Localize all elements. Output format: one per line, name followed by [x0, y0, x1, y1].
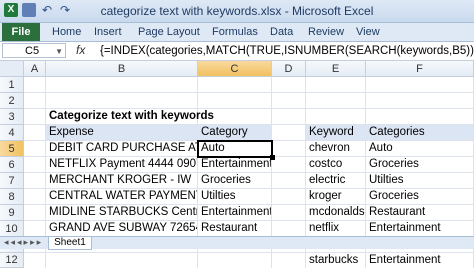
row-header-9[interactable]: 9	[0, 205, 24, 221]
sheet-tab-bar: ◂◂◂▸▸▸ Sheet1	[0, 236, 474, 250]
category-cell[interactable]: Entertainment	[198, 157, 271, 172]
keyword-cell[interactable]: netflix	[306, 221, 365, 236]
fx-icon[interactable]: fx	[76, 43, 85, 57]
row-header-12[interactable]: 12	[0, 253, 24, 268]
sheet-nav-arrows-icon[interactable]: ◂◂◂▸▸▸	[4, 237, 43, 248]
tab-view[interactable]: View	[356, 25, 380, 39]
row-header-3[interactable]: 3	[0, 109, 24, 125]
column-header-b[interactable]: B	[46, 61, 198, 77]
expense-cell[interactable]: GRAND AVE SUBWAY 72654	[46, 221, 197, 236]
expense-cell[interactable]: CENTRAL WATER PAYMENT 0816	[46, 189, 197, 204]
categories-cell[interactable]: Restaurant	[366, 205, 473, 220]
tab-review[interactable]: Review	[308, 25, 344, 39]
row-header-6[interactable]: 6	[0, 157, 24, 173]
keyword-cell[interactable]: kroger	[306, 189, 365, 204]
tab-page-layout[interactable]: Page Layout	[138, 25, 200, 39]
row-header-5[interactable]: 5	[0, 141, 24, 157]
category-cell[interactable]: Utilties	[198, 189, 271, 204]
fill-handle[interactable]	[270, 155, 275, 160]
name-box-value: C5	[25, 45, 40, 57]
categories-cell[interactable]: Entertainment	[366, 221, 473, 236]
select-all-corner[interactable]	[0, 61, 24, 77]
tab-formulas[interactable]: Formulas	[212, 25, 258, 39]
row-header-1[interactable]: 1	[0, 77, 24, 93]
column-header-f[interactable]: F	[366, 61, 474, 77]
column-header-c[interactable]: C	[198, 61, 272, 77]
keyword-header[interactable]: Keyword	[306, 125, 365, 140]
tab-home[interactable]: Home	[52, 25, 81, 39]
row-header-2[interactable]: 2	[0, 93, 24, 109]
row-header-4[interactable]: 4	[0, 125, 24, 141]
tab-data[interactable]: Data	[270, 25, 293, 39]
column-header-a[interactable]: A	[24, 61, 46, 77]
category-header[interactable]: Category	[198, 125, 271, 140]
keyword-cell[interactable]: costco	[306, 157, 365, 172]
categories-header[interactable]: Categories	[366, 125, 473, 140]
tab-file[interactable]: File	[2, 23, 40, 41]
keyword-cell[interactable]: starbucks	[306, 253, 365, 267]
column-header-e[interactable]: E	[306, 61, 366, 77]
ribbon-tabs: File Home Insert Page Layout Formulas Da…	[0, 23, 474, 42]
gridline	[24, 92, 474, 93]
categories-cell[interactable]: Groceries	[366, 189, 473, 204]
categories-cell[interactable]: Auto	[366, 141, 473, 156]
tab-insert[interactable]: Insert	[94, 25, 122, 39]
category-cell[interactable]: Entertainment	[198, 205, 271, 220]
categories-cell[interactable]: Entertainment	[366, 253, 473, 267]
category-cell[interactable]: Restaurant	[198, 221, 271, 236]
row-header-10[interactable]: 10	[0, 221, 24, 237]
column-header-d[interactable]: D	[272, 61, 306, 77]
row-header-8[interactable]: 8	[0, 189, 24, 205]
window-title: categorize text with keywords.xlsx - Mic…	[100, 4, 374, 18]
expense-cell[interactable]: DEBIT CARD PURCHASE AT SHELL	[46, 141, 197, 156]
expense-cell[interactable]: NETFLIX Payment 4444 090716	[46, 157, 197, 172]
categories-cell[interactable]: Groceries	[366, 157, 473, 172]
chevron-down-icon[interactable]: ▼	[55, 44, 63, 59]
formula-bar: C5 ▼ fx {=INDEX(categories,MATCH(TRUE,IS…	[0, 42, 474, 61]
formula-input[interactable]: {=INDEX(categories,MATCH(TRUE,ISNUMBER(S…	[96, 43, 474, 59]
categories-cell[interactable]: Utilties	[366, 173, 473, 188]
keyword-cell[interactable]: mcdonalds	[306, 205, 365, 220]
active-cell-border[interactable]	[197, 140, 273, 158]
expense-header[interactable]: Expense	[46, 125, 197, 140]
sheet-title[interactable]: Categorize text with keywords	[46, 109, 296, 124]
row-header-7[interactable]: 7	[0, 173, 24, 189]
name-box[interactable]: C5 ▼	[2, 43, 66, 58]
keyword-cell[interactable]: chevron	[306, 141, 365, 156]
expense-cell[interactable]: MIDLINE STARBUCKS Central	[46, 205, 197, 220]
keyword-cell[interactable]: electric	[306, 173, 365, 188]
category-cell[interactable]: Groceries	[198, 173, 271, 188]
expense-cell[interactable]: MERCHANT KROGER - IW	[46, 173, 197, 188]
title-bar: X ↶ ↷ categorize text with keywords.xlsx…	[0, 0, 474, 23]
sheet-tab-sheet1[interactable]: Sheet1	[48, 237, 92, 250]
